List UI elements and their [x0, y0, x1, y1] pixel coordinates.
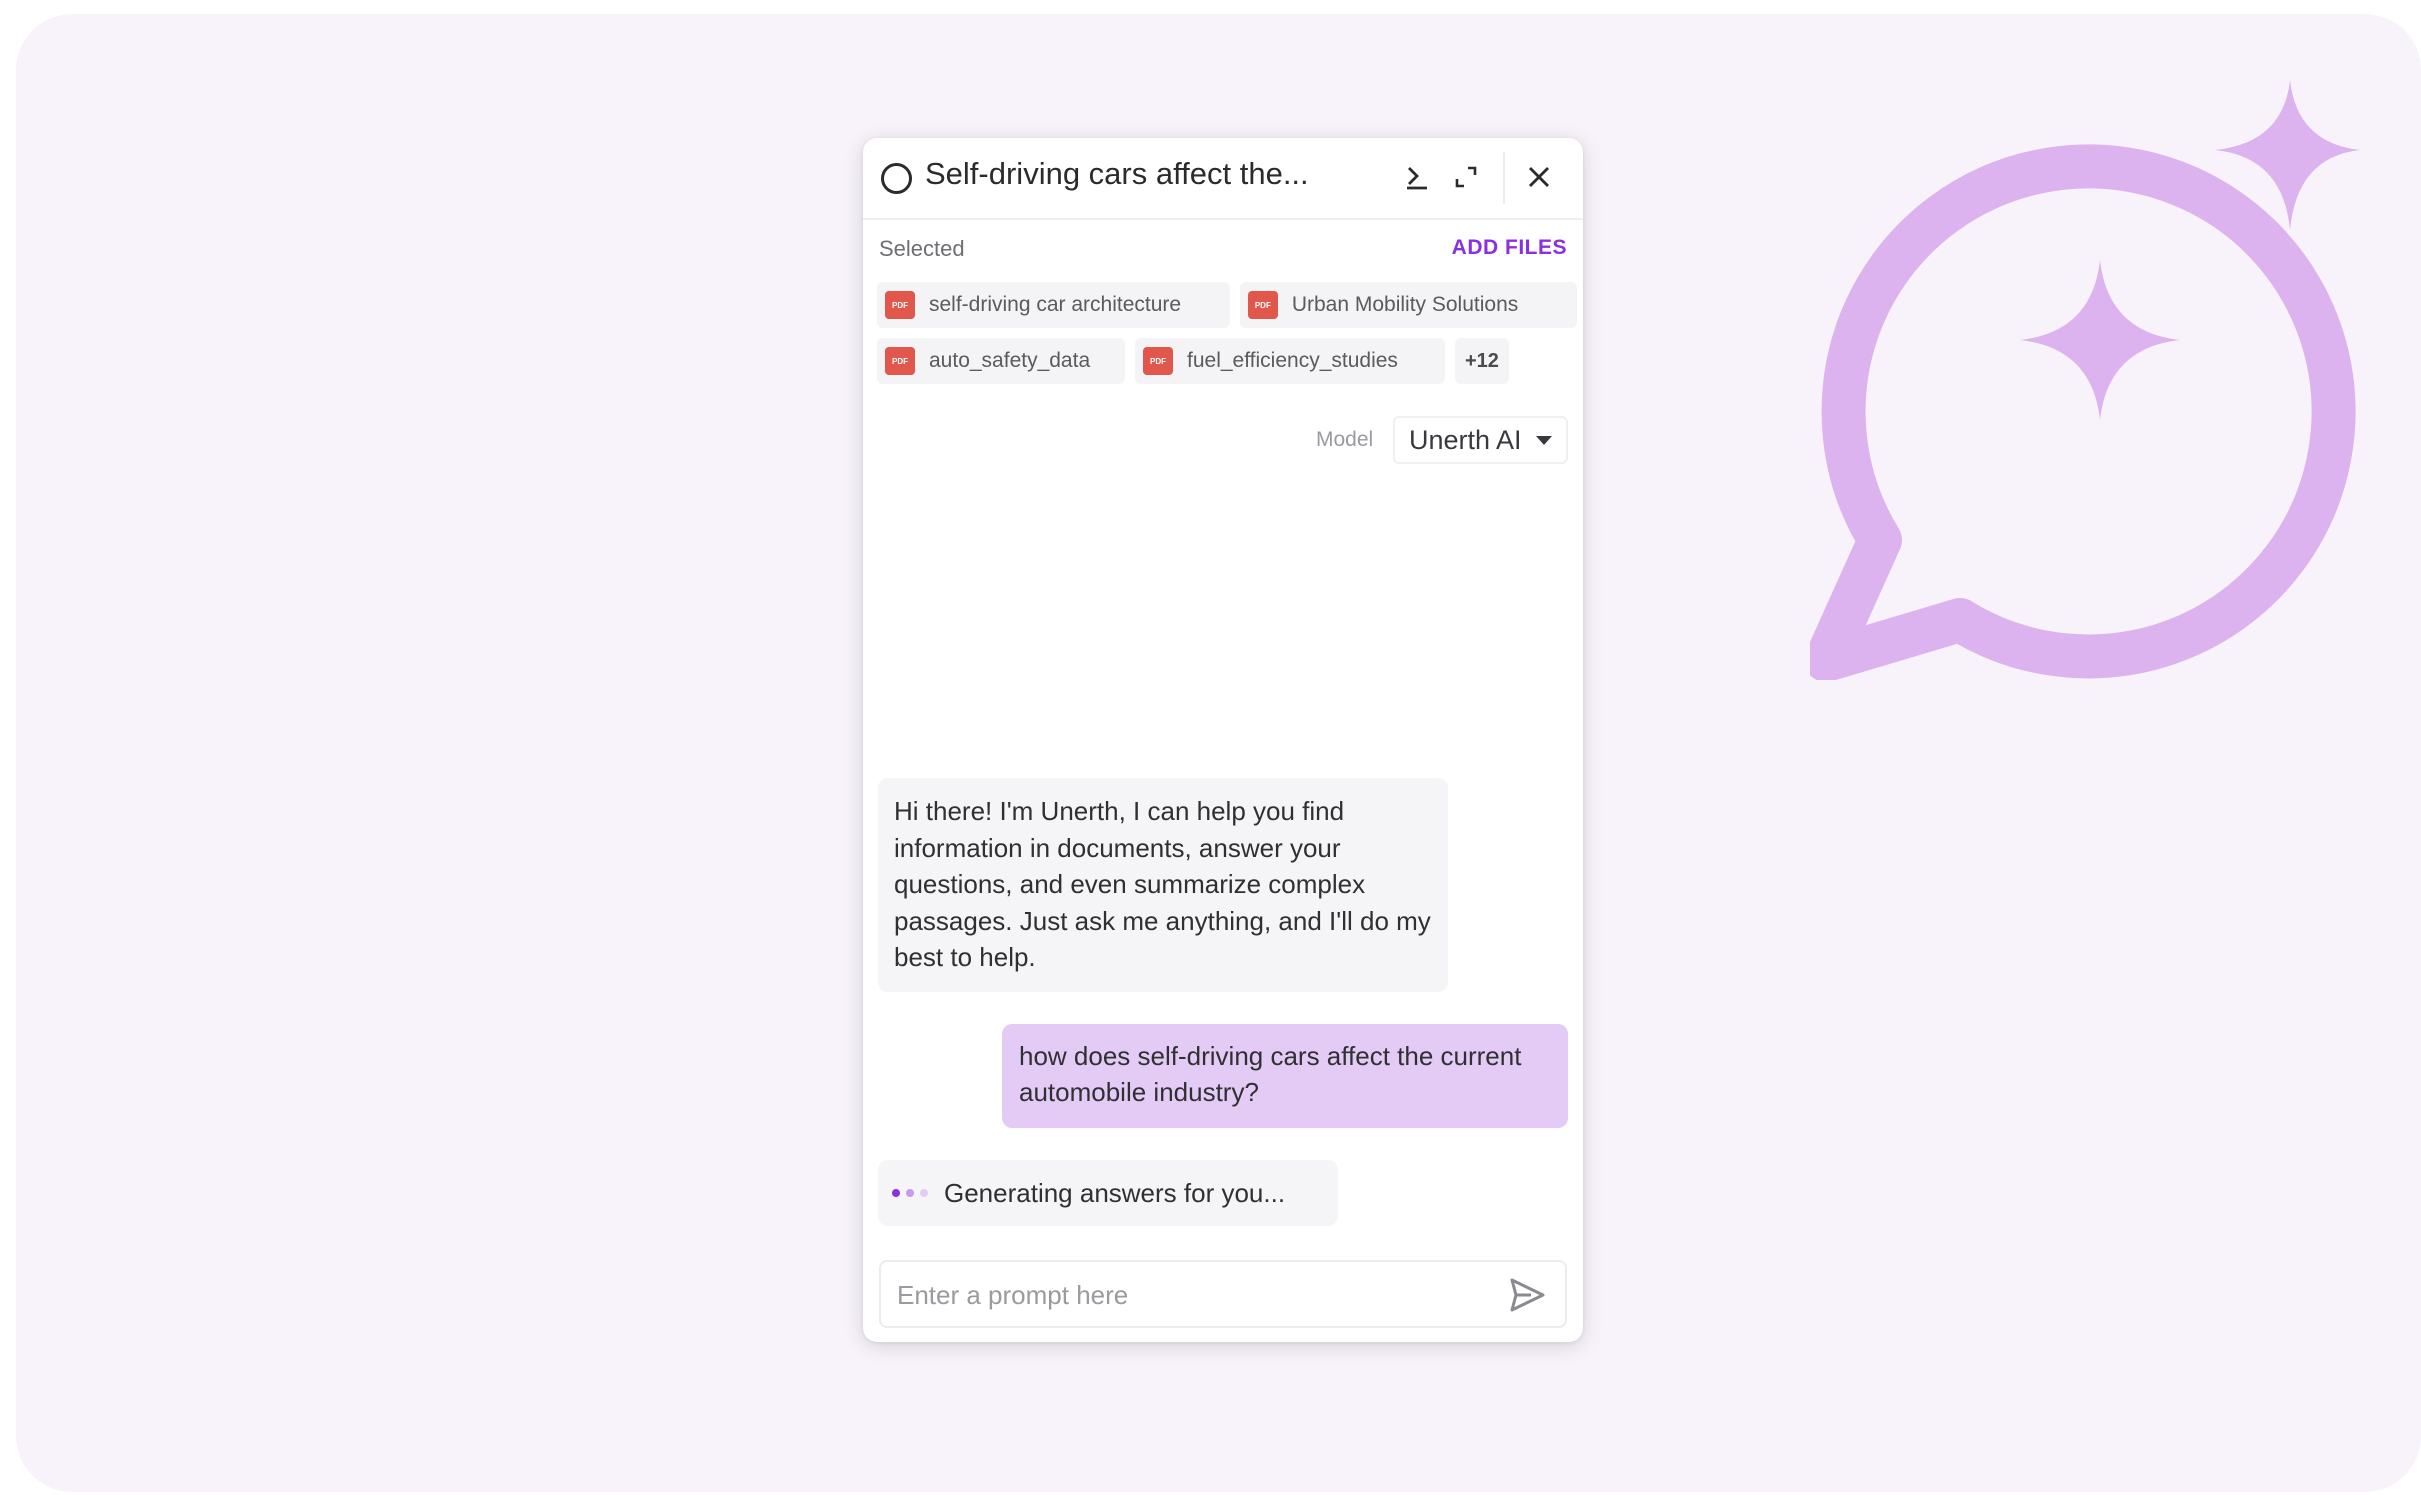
selected-label: Selected — [879, 236, 965, 261]
expand-icon[interactable] — [1447, 158, 1485, 196]
model-value: Unerth AI — [1409, 424, 1522, 455]
user-message: how does self-driving cars affect the cu… — [1002, 1024, 1568, 1128]
file-chip[interactable]: PDF Urban Mobility Solutions — [1239, 282, 1577, 328]
loading-dots-icon — [892, 1189, 928, 1197]
prompt-box — [879, 1260, 1567, 1328]
file-chip-label: auto_safety_data — [929, 349, 1091, 372]
selected-files: PDF self-driving car architecture PDF Ur… — [877, 282, 1577, 394]
generating-text: Generating answers for you... — [944, 1177, 1286, 1208]
file-chip[interactable]: PDF auto_safety_data — [877, 338, 1125, 384]
pdf-file-icon: PDF — [1143, 347, 1173, 375]
pdf-file-icon: PDF — [885, 347, 915, 375]
generating-indicator: Generating answers for you... — [878, 1160, 1338, 1226]
header-divider — [1503, 152, 1505, 204]
model-label: Model — [1316, 428, 1374, 451]
chat-sparkle-icon — [1810, 80, 2360, 680]
pdf-file-icon: PDF — [885, 291, 915, 319]
caret-down-icon — [1535, 435, 1552, 445]
circle-status-icon — [881, 163, 912, 194]
close-icon[interactable] — [1520, 158, 1558, 196]
prompt-input[interactable] — [895, 1272, 1479, 1318]
chat-header: Self-driving cars affect the... — [863, 138, 1583, 220]
bot-message: Hi there! I'm Unerth, I can help you fin… — [878, 778, 1448, 992]
file-chip[interactable]: PDF fuel_efficiency_studies — [1135, 338, 1445, 384]
chat-panel: Self-driving cars affect the... Selected… — [863, 138, 1583, 1342]
file-chip-label: fuel_efficiency_studies — [1187, 349, 1398, 372]
download-icon[interactable] — [1397, 158, 1435, 196]
file-chip[interactable]: PDF self-driving car architecture — [877, 282, 1230, 328]
file-chip-label: self-driving car architecture — [929, 293, 1182, 316]
more-files-badge[interactable]: +12 — [1455, 338, 1509, 384]
send-icon[interactable] — [1507, 1276, 1547, 1314]
chat-title: Self-driving cars affect the... — [925, 156, 1309, 191]
model-select[interactable]: Unerth AI — [1393, 416, 1568, 464]
add-files-button[interactable]: ADD FILES — [1452, 236, 1567, 260]
pdf-file-icon: PDF — [1247, 291, 1278, 319]
file-chip-label: Urban Mobility Solutions — [1291, 293, 1519, 316]
